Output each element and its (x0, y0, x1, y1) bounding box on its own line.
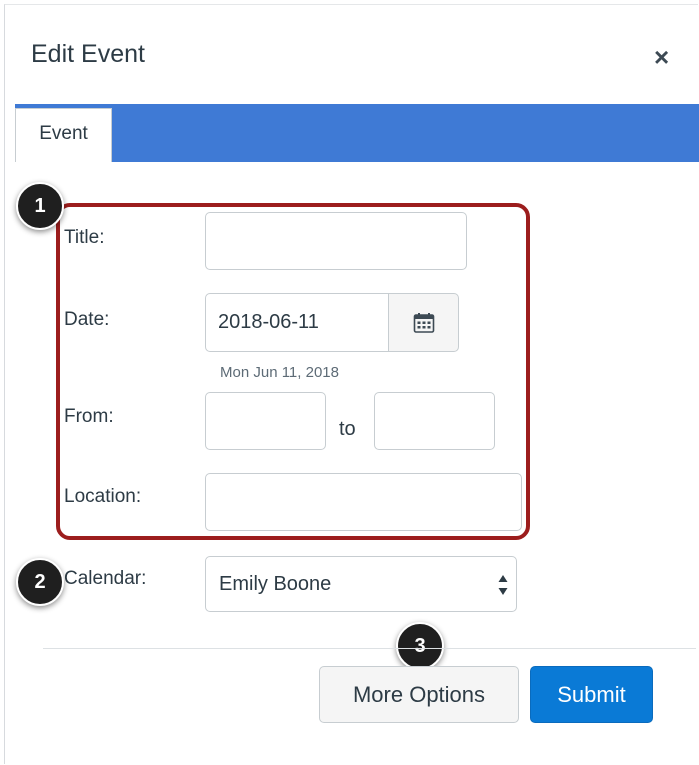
close-icon[interactable]: × (654, 44, 669, 70)
tab-bar (15, 104, 699, 162)
to-time-input[interactable] (374, 392, 495, 450)
callout-1: 1 (16, 182, 64, 230)
calendar-label: Calendar: (64, 568, 147, 589)
calendar-select[interactable]: Emily Boone (205, 556, 517, 612)
from-time-input[interactable] (205, 392, 326, 450)
title-input[interactable] (205, 212, 467, 270)
date-input[interactable] (205, 293, 389, 352)
location-label: Location: (64, 486, 142, 507)
date-label: Date: (64, 309, 110, 330)
submit-button[interactable]: Submit (530, 666, 653, 723)
calendar-icon (413, 313, 435, 333)
dialog-title: Edit Event (31, 40, 145, 68)
to-label: to (339, 418, 356, 440)
tab-event[interactable]: Event (15, 108, 112, 162)
date-hint: Mon Jun 11, 2018 (220, 364, 339, 381)
calendar-select-value: Emily Boone (219, 573, 332, 595)
from-label: From: (64, 406, 114, 427)
title-label: Title: (64, 227, 105, 248)
calendar-picker-button[interactable] (388, 293, 459, 352)
more-options-button[interactable]: More Options (319, 666, 519, 723)
callout-3: 3 (396, 622, 444, 670)
divider (43, 648, 696, 649)
callout-2: 2 (16, 558, 64, 606)
sort-arrows-icon (498, 575, 508, 595)
location-input[interactable] (205, 473, 522, 531)
